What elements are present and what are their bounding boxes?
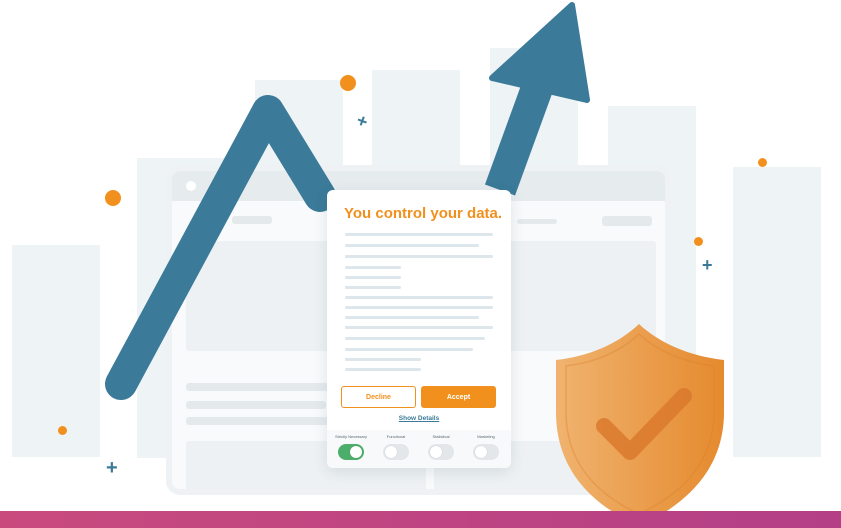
text-line xyxy=(345,306,493,309)
cookie-consent-dialog: You control your data. Decline Accept Sh… xyxy=(327,190,511,468)
toggle-strictly-necessary: Strictly Necessary xyxy=(328,434,374,460)
accept-button[interactable]: Accept xyxy=(421,386,496,408)
text-line xyxy=(345,348,473,351)
show-details-link[interactable]: Show Details xyxy=(327,415,511,422)
dialog-title: You control your data. xyxy=(344,205,503,222)
text-line xyxy=(345,358,421,361)
marketing-switch[interactable] xyxy=(473,444,499,460)
text-line xyxy=(345,255,493,258)
plus-sparkle-icon: + xyxy=(702,255,713,275)
toggle-marketing: Marketing xyxy=(463,434,509,460)
strictly-necessary-switch[interactable] xyxy=(338,444,364,460)
text-line xyxy=(345,337,485,340)
switch-knob xyxy=(385,446,397,458)
text-line xyxy=(345,316,479,319)
functional-switch[interactable] xyxy=(383,444,409,460)
text-line xyxy=(345,233,493,236)
text-line xyxy=(345,244,479,247)
toggle-label: Strictly Necessary xyxy=(334,434,367,439)
consent-toggles: Strictly Necessary Functional Statistica… xyxy=(327,430,511,468)
text-line xyxy=(345,276,401,279)
statistical-switch[interactable] xyxy=(428,444,454,460)
decorative-dot xyxy=(105,190,121,206)
bottom-band xyxy=(0,511,841,528)
illustration: You control your data. Decline Accept Sh… xyxy=(0,0,841,528)
decline-button[interactable]: Decline xyxy=(341,386,416,408)
decorative-dot xyxy=(758,158,767,167)
toggle-functional: Functional xyxy=(373,434,419,460)
toggle-label: Statistical xyxy=(432,434,450,439)
toggle-label: Functional xyxy=(386,434,406,439)
switch-knob xyxy=(430,446,442,458)
shield-check-icon xyxy=(556,324,724,526)
decorative-dot xyxy=(58,426,67,435)
text-line xyxy=(345,266,401,269)
text-line xyxy=(345,368,421,371)
text-line xyxy=(345,286,401,289)
plus-sparkle-icon: + xyxy=(106,457,118,479)
toggle-label: Marketing xyxy=(477,434,495,439)
text-line xyxy=(345,326,493,329)
switch-knob xyxy=(350,446,362,458)
decorative-dot xyxy=(340,75,356,91)
toggle-statistical: Statistical xyxy=(418,434,464,460)
switch-knob xyxy=(475,446,487,458)
decorative-dot xyxy=(694,237,703,246)
text-line xyxy=(345,296,493,299)
